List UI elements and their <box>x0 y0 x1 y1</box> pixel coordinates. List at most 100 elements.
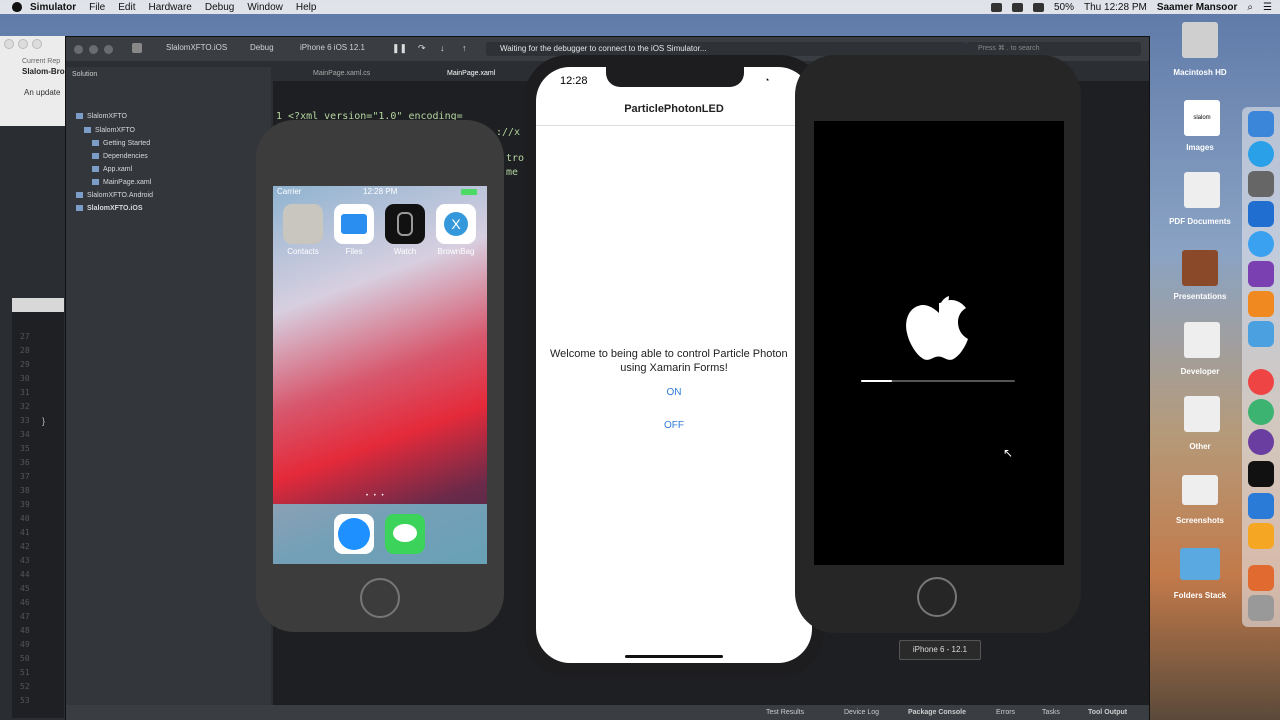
step-over-icon[interactable]: ↷ <box>418 43 426 54</box>
xcode-icon[interactable] <box>1248 493 1274 519</box>
visual-studio-icon[interactable] <box>1248 261 1274 287</box>
desktop-item-folders-stack[interactable]: Folders Stack <box>1164 591 1236 600</box>
zoom-icon[interactable] <box>104 45 113 54</box>
tree-item-getting-started[interactable]: Getting Started <box>92 140 150 147</box>
screenshots-icon[interactable] <box>1182 475 1218 505</box>
package-console-button[interactable]: Package Console <box>908 709 966 716</box>
folder-icon[interactable] <box>1248 321 1274 347</box>
chat-icon[interactable] <box>1248 523 1274 549</box>
tab-mainpage-cs[interactable]: MainPage.xaml.cs <box>313 70 370 77</box>
off-button[interactable]: OFF <box>654 420 694 431</box>
menu-file[interactable]: File <box>89 2 105 13</box>
desktop-item-presentations[interactable]: Presentations <box>1164 292 1236 301</box>
brownbag-app-icon[interactable]: X <box>436 204 476 244</box>
on-button[interactable]: ON <box>654 387 694 398</box>
files-app-icon[interactable] <box>334 204 374 244</box>
safari-app-icon[interactable] <box>334 514 374 554</box>
other-file-icon[interactable] <box>1184 396 1220 432</box>
code-line-2: ://x <box>496 127 521 138</box>
stop-button[interactable] <box>132 43 142 53</box>
airplay-icon[interactable] <box>991 2 1002 12</box>
home-indicator[interactable] <box>625 655 723 658</box>
safari-icon[interactable] <box>1248 141 1274 167</box>
desktop-item-developer[interactable]: Developer <box>1170 367 1230 376</box>
project-name: Slalom-Bro <box>22 67 65 76</box>
pause-icon[interactable]: ❚❚ <box>392 43 407 54</box>
desktop-item-macintosh-hd[interactable]: Macintosh HD <box>1170 68 1230 77</box>
github-icon[interactable] <box>1248 429 1274 455</box>
breadcrumb-device[interactable]: iPhone 6 iOS 12.1 <box>300 43 365 52</box>
desktop-item-images[interactable]: Images <box>1170 143 1230 152</box>
apple-logo-icon <box>906 296 968 360</box>
wifi-icon[interactable] <box>1033 2 1044 12</box>
terminal-icon[interactable] <box>1248 461 1274 487</box>
home-button[interactable] <box>917 577 957 617</box>
watch-app-icon[interactable] <box>385 204 425 244</box>
close-icon[interactable] <box>74 45 83 54</box>
atom-icon[interactable] <box>1248 399 1274 425</box>
menu-help[interactable]: Help <box>296 2 317 13</box>
tree-item-project[interactable]: SlalomXFTO <box>84 127 135 134</box>
wand-icon <box>92 140 99 147</box>
menu-app-name[interactable]: Simulator <box>30 2 76 13</box>
trash-icon[interactable] <box>1248 595 1274 621</box>
messages-app-icon[interactable] <box>385 514 425 554</box>
zoom-icon[interactable] <box>32 39 42 49</box>
breadcrumb-config[interactable]: Debug <box>250 43 274 52</box>
tab-mainpage-xaml[interactable]: MainPage.xaml <box>447 70 495 77</box>
tool-output-button[interactable]: Tool Output <box>1088 709 1127 716</box>
chrome-icon[interactable] <box>1248 369 1274 395</box>
images-badge[interactable]: slalom <box>1184 100 1220 136</box>
bluetooth-icon[interactable] <box>1012 2 1023 12</box>
test-results-button[interactable]: Test Results <box>766 709 804 716</box>
home-screen[interactable]: Carrier 12:28 PM Contacts Files Watch X … <box>273 186 487 564</box>
desktop-item-screenshots[interactable]: Screenshots <box>1164 516 1236 525</box>
line-number: 39 <box>20 500 30 509</box>
line-number: 35 <box>20 444 30 453</box>
xamarin-icon[interactable] <box>1248 291 1274 317</box>
tree-item-ios[interactable]: SlalomXFTO.iOS <box>76 205 143 212</box>
spotlight-icon[interactable]: ⌕ <box>1247 2 1253 13</box>
menu-edit[interactable]: Edit <box>118 2 135 13</box>
preview-icon[interactable] <box>1248 565 1274 591</box>
update-notice[interactable]: An update <box>24 88 60 97</box>
messages-icon[interactable] <box>1248 231 1274 257</box>
hard-drive-icon[interactable] <box>1182 22 1218 58</box>
launchpad-icon[interactable] <box>1248 171 1274 197</box>
tree-item-mainpage-xaml[interactable]: MainPage.xaml <box>92 179 151 186</box>
minimize-icon[interactable] <box>18 39 28 49</box>
outlook-icon[interactable] <box>1248 201 1274 227</box>
tree-item-android[interactable]: SlalomXFTO.Android <box>76 192 153 199</box>
presentation-icon[interactable] <box>1182 250 1218 286</box>
pdf-stack-icon[interactable] <box>1184 172 1220 208</box>
close-icon[interactable] <box>4 39 14 49</box>
finder-icon[interactable] <box>1248 111 1274 137</box>
page-dots[interactable]: • • • <box>366 493 386 499</box>
tree-item-solution[interactable]: SlalomXFTO <box>76 113 127 120</box>
user-name[interactable]: Saamer Mansoor <box>1157 2 1238 13</box>
tree-item-app-xaml[interactable]: App.xaml <box>92 166 132 173</box>
search-input[interactable]: Press ⌘ . to search <box>966 42 1141 56</box>
device-log-button[interactable]: Device Log <box>844 709 879 716</box>
contacts-app-icon[interactable] <box>283 204 323 244</box>
step-into-icon[interactable]: ↓ <box>440 43 445 53</box>
menu-debug[interactable]: Debug <box>205 2 234 13</box>
tree-item-dependencies[interactable]: Dependencies <box>92 153 148 160</box>
notification-icon[interactable]: ☰ <box>1263 2 1272 13</box>
step-out-icon[interactable]: ↑ <box>462 43 467 53</box>
clock[interactable]: Thu 12:28 PM <box>1084 2 1147 13</box>
breadcrumb-project[interactable]: SlalomXFTO.iOS <box>166 43 227 52</box>
minimize-icon[interactable] <box>89 45 98 54</box>
battery-percent[interactable]: 50% <box>1054 2 1074 13</box>
apple-icon[interactable] <box>12 2 22 12</box>
home-button[interactable] <box>360 578 400 618</box>
desktop-item-pdf[interactable]: PDF Documents <box>1164 217 1236 226</box>
developer-file-icon[interactable] <box>1184 322 1220 358</box>
errors-button[interactable]: Errors <box>996 709 1015 716</box>
folder-icon[interactable] <box>1180 548 1220 580</box>
menu-hardware[interactable]: Hardware <box>148 2 191 13</box>
project-icon <box>84 127 91 134</box>
desktop-item-other[interactable]: Other <box>1170 442 1230 451</box>
menu-window[interactable]: Window <box>247 2 283 13</box>
tasks-button[interactable]: Tasks <box>1042 709 1060 716</box>
